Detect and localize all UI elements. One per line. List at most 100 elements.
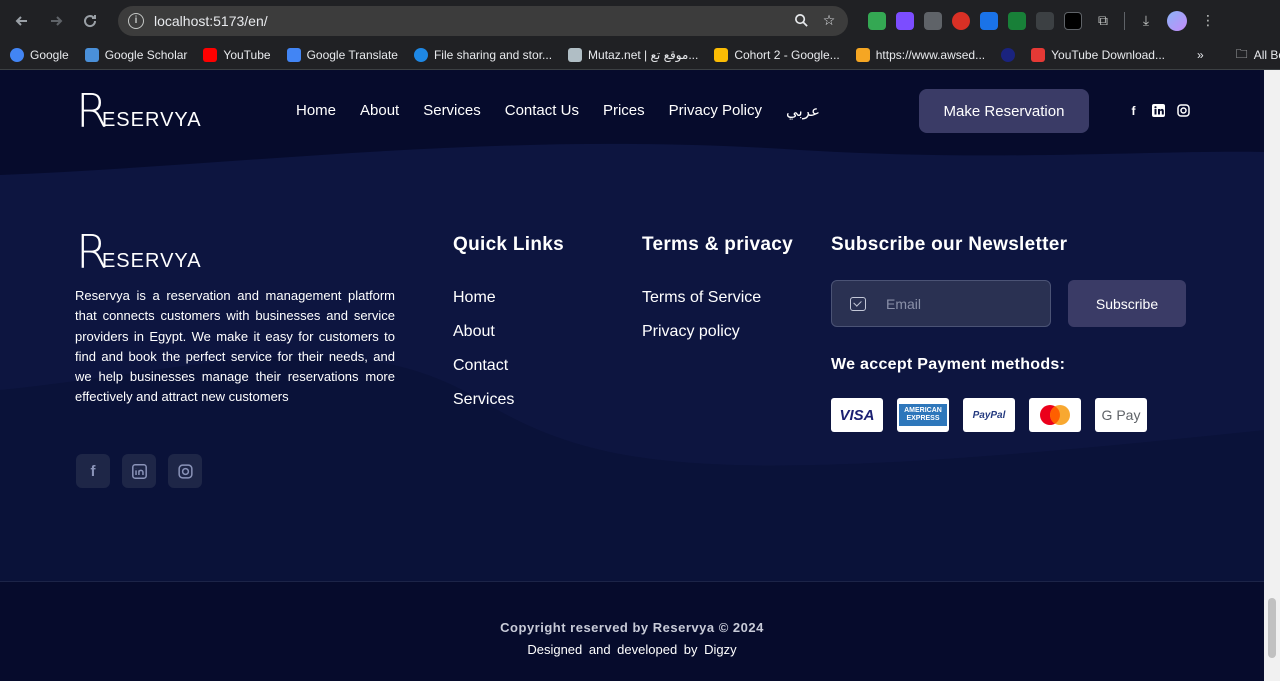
bookmarks-bar: Google Google Scholar YouTube Google Tra… [0, 41, 1280, 70]
extension-icon[interactable] [924, 11, 942, 30]
toolbar-divider [1124, 11, 1125, 30]
footer-page: R ESERVYA Home About Services Contact Us… [0, 70, 1280, 681]
extensions-row: ⧉ ⤓ ⋮ [868, 10, 1219, 32]
bookmark-item[interactable]: YouTube [203, 48, 271, 62]
bookmark-item[interactable]: Google [10, 48, 69, 62]
drive-icon [714, 48, 729, 62]
overflow-chevron-icon: » [1196, 48, 1204, 62]
extension-icon[interactable] [1064, 11, 1082, 30]
extension-icon[interactable] [952, 11, 970, 30]
nav-prices[interactable]: Prices [603, 102, 645, 120]
bookmark-label: https://www.awsed... [875, 48, 986, 62]
scrollbar-thumb[interactable] [1268, 598, 1276, 658]
bookmark-star-icon[interactable]: ☆ [820, 12, 838, 30]
extension-icon[interactable] [1008, 11, 1026, 30]
nav-contact-us[interactable]: Contact Us [505, 102, 579, 120]
paypal-card-icon: PayPal [963, 398, 1015, 432]
all-bookmarks-label: All Bookmarks [1253, 48, 1280, 62]
payment-methods-title: We accept Payment methods: [831, 356, 1066, 373]
forward-icon[interactable] [42, 7, 70, 35]
quick-links-title: Quick Links [453, 234, 565, 255]
terms-links-list: Terms of Service Privacy policy [642, 288, 761, 342]
make-reservation-button[interactable]: Make Reservation [919, 89, 1089, 133]
mastercard-card-icon [1029, 398, 1081, 432]
amex-label: AMERICAN EXPRESS [899, 404, 947, 426]
download-icon[interactable]: ⤓ [1135, 10, 1157, 32]
site-info-icon[interactable]: i [128, 12, 144, 29]
footer-link-terms-of-service[interactable]: Terms of Service [642, 288, 761, 308]
bookmark-item[interactable] [1001, 48, 1016, 62]
nav-privacy-policy[interactable]: Privacy Policy [669, 102, 762, 120]
extension-icon[interactable] [868, 11, 886, 30]
footer-link-home[interactable]: Home [453, 288, 514, 308]
folder-icon: 🗀 [1235, 46, 1248, 61]
url-text: localhost:5173/en/ [154, 12, 268, 29]
subscribe-button[interactable]: Subscribe [1068, 280, 1186, 327]
footer-link-contact[interactable]: Contact [453, 356, 514, 376]
reservya-logo[interactable]: R ESERVYA [76, 88, 202, 134]
nav-services[interactable]: Services [423, 102, 481, 120]
bookmark-label: Mutaz.net | موقع تع... [588, 48, 699, 62]
extension-icon[interactable] [980, 11, 998, 30]
paypal-label: PayPal [972, 409, 1006, 421]
package-icon [855, 48, 870, 62]
quick-links-list: Home About Contact Services [453, 288, 514, 410]
copyright-text: Copyright reserved by Reservya © 2024 [500, 620, 764, 635]
instagram-icon[interactable] [168, 454, 202, 488]
back-icon[interactable] [8, 7, 36, 35]
mutaz-icon [568, 48, 583, 62]
bookmark-item[interactable]: YouTube Download... [1031, 48, 1165, 62]
google-icon [10, 48, 24, 62]
extension-icon[interactable] [896, 11, 914, 30]
bookmark-item[interactable]: Google Translate [286, 48, 398, 62]
menu-kebab-icon[interactable]: ⋮ [1197, 10, 1219, 32]
payment-methods-list: VISA AMERICAN EXPRESS PayPal G Pay [831, 398, 1147, 432]
bookmark-item[interactable]: Mutaz.net | موقع تع... [568, 48, 698, 62]
instagram-icon[interactable] [1177, 104, 1190, 117]
bookmark-label: Google Translate [306, 48, 398, 62]
bookmark-label: Google [30, 48, 69, 62]
google-pay-card-icon: G Pay [1095, 398, 1147, 432]
newsletter-email-input[interactable]: Email [831, 280, 1051, 327]
bookmark-item[interactable]: Cohort 2 - Google... [714, 48, 840, 62]
all-bookmarks-button[interactable]: 🗀 All Bookmarks [1236, 45, 1280, 66]
extensions-puzzle-icon[interactable]: ⧉ [1092, 10, 1114, 32]
nav-home[interactable]: Home [296, 102, 336, 120]
profile-avatar[interactable] [1167, 10, 1187, 31]
nav-links: Home About Services Contact Us Prices Pr… [296, 102, 820, 120]
page-scrollbar[interactable] [1264, 70, 1280, 681]
nav-arabic-language[interactable]: عربي [786, 102, 820, 120]
extension-icon[interactable] [1036, 11, 1054, 30]
footer-link-privacy-policy[interactable]: Privacy policy [642, 322, 761, 342]
gpay-label: G Pay [1101, 407, 1141, 423]
footer-link-about[interactable]: About [453, 322, 514, 342]
translate-icon [286, 48, 301, 62]
scholar-icon [84, 48, 99, 62]
youtube-icon [203, 48, 218, 62]
bookmark-item[interactable]: File sharing and stor... [413, 48, 553, 62]
footer-logo[interactable]: R ESERVYA [76, 229, 202, 275]
facebook-icon[interactable]: f [76, 454, 110, 488]
youtube-download-icon [1031, 48, 1046, 62]
logo-text: ESERVYA [101, 109, 202, 131]
nav-about[interactable]: About [360, 102, 399, 120]
facebook-icon[interactable]: f [1127, 104, 1140, 118]
linkedin-icon[interactable] [1152, 104, 1165, 117]
bookmarks-overflow-button[interactable]: » [1197, 48, 1204, 62]
site-navbar: R ESERVYA Home About Services Contact Us… [0, 70, 1280, 152]
address-bar[interactable]: i localhost:5173/en/ ☆ [118, 5, 848, 36]
bookmark-label: YouTube Download... [1051, 48, 1165, 62]
newsletter-title: Subscribe our Newsletter [831, 234, 1068, 255]
visa-card-icon: VISA [831, 398, 883, 432]
bookmark-item[interactable]: https://www.awsed... [855, 48, 986, 62]
linkedin-icon[interactable] [122, 454, 156, 488]
footer-link-services[interactable]: Services [453, 390, 514, 410]
about-description: Reservya is a reservation and management… [75, 288, 395, 405]
bookmark-item[interactable]: Google Scholar [84, 48, 187, 62]
bookmark-label: YouTube [223, 48, 271, 62]
zoom-icon[interactable] [792, 12, 810, 30]
terms-title: Terms & privacy [642, 234, 793, 255]
bookmark-label: Cohort 2 - Google... [734, 48, 840, 62]
reload-icon[interactable] [76, 7, 104, 35]
bookmark-label: File sharing and stor... [433, 48, 553, 62]
